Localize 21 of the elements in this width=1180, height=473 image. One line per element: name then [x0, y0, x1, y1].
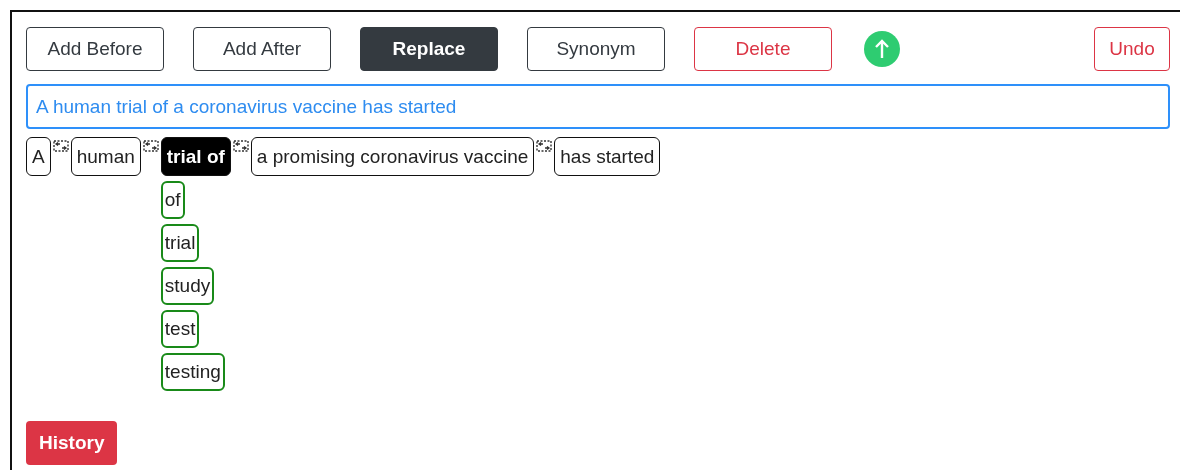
synonym-chip[interactable]: trial — [160, 224, 200, 262]
active-toolbar-button[interactable]: Replace — [360, 27, 498, 71]
toolbar-button[interactable]: Undo — [1094, 27, 1170, 71]
phrase-chip[interactable]: has started — [554, 137, 661, 176]
phrase-chip[interactable]: human — [70, 137, 141, 176]
toolbar-button[interactable]: Synonym — [527, 27, 665, 71]
swap-icon[interactable] — [52, 140, 69, 152]
phrase-chip[interactable]: trial of — [160, 137, 231, 176]
swap-icon[interactable] — [536, 140, 553, 152]
toolbar-button[interactable]: Add Before — [26, 27, 164, 71]
synonym-chip[interactable]: study — [160, 267, 215, 305]
toolbar-button[interactable]: Delete — [694, 27, 832, 71]
history-button[interactable]: History — [26, 421, 118, 465]
phrase-chip[interactable]: A — [26, 137, 51, 176]
swap-icon[interactable] — [232, 140, 249, 152]
synonym-chip[interactable]: of — [160, 181, 185, 219]
synonym-chip[interactable]: test — [160, 310, 200, 348]
synonym-chip[interactable]: testing — [160, 353, 225, 391]
swap-icon[interactable] — [142, 140, 159, 152]
toolbar-button[interactable]: Add After — [193, 27, 331, 71]
phrase-chip[interactable]: a promising coronavirus vaccine — [250, 137, 535, 176]
